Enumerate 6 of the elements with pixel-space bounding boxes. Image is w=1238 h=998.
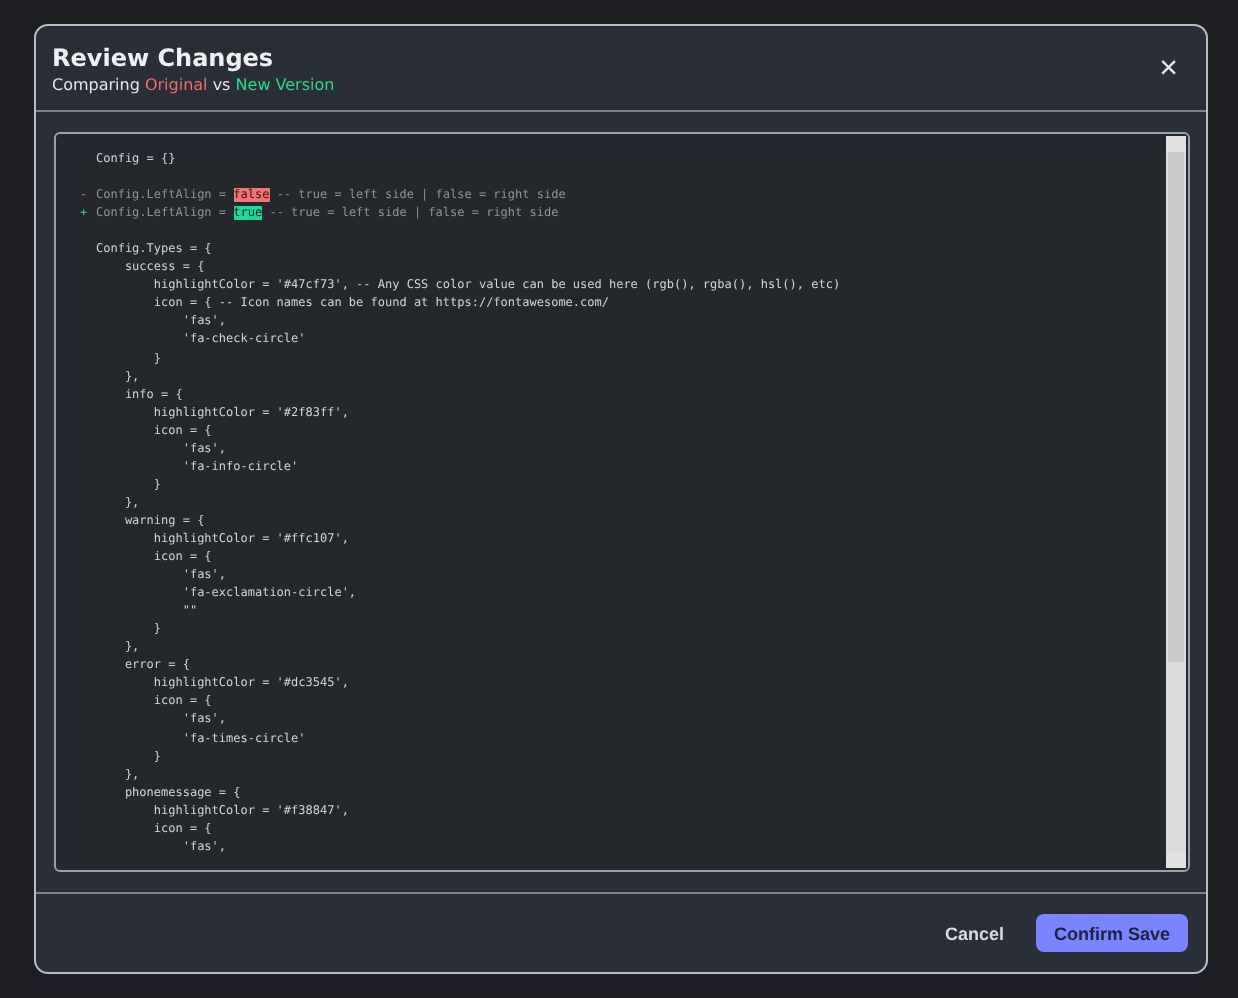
- close-button[interactable]: ×: [1151, 53, 1186, 85]
- dialog-subtitle: Comparing Original vs New Version: [52, 76, 335, 94]
- scrollbar[interactable]: [1166, 136, 1186, 868]
- cancel-button[interactable]: Cancel: [936, 913, 1012, 953]
- confirm-button[interactable]: Confirm Save: [1035, 914, 1188, 952]
- dialog-title: Review Changes: [52, 44, 276, 72]
